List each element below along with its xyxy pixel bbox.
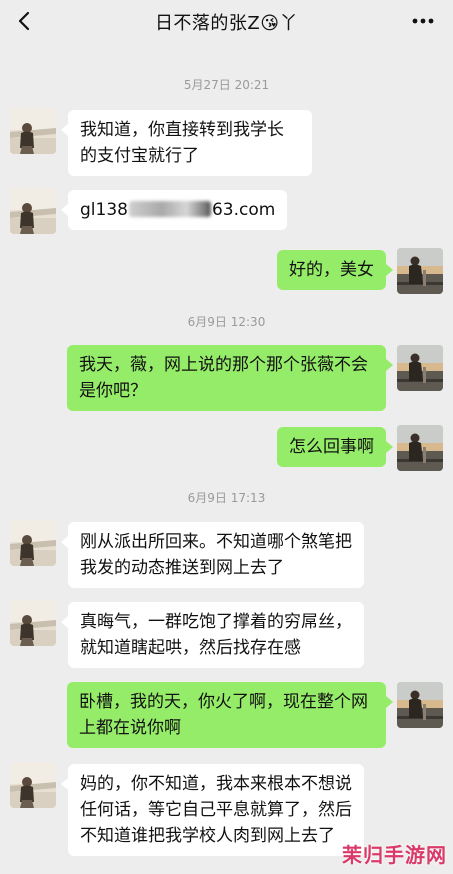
message-bubble-incoming[interactable]: 真晦气，一群吃饱了撑着的穷屌丝，就知道瞎起哄，然后找存在感 [61,602,364,668]
message-bubble-outgoing[interactable]: 怎么回事啊 [277,427,393,467]
message-bubble-outgoing[interactable]: 我天，薇，网上说的那个那个张薇不会是你吧？ [67,345,393,411]
self-avatar[interactable] [397,248,443,294]
message-bubble-outgoing[interactable]: 好的，美女 [277,250,393,290]
message-bubble-incoming[interactable]: 妈的，你不知道，我本来根本不想说任何话，等它自己平息就算了，然后不知道谁把我学校… [61,764,364,856]
contact-avatar[interactable] [10,520,56,566]
email-suffix: 63.com [211,200,276,220]
self-avatar[interactable] [397,425,443,471]
timestamp: 5月27日 20:21 [183,78,270,92]
chat-title: 日不落的张Z😘丫 [154,13,299,34]
message-bubble-incoming[interactable]: 刚从派出所回来。不知道哪个煞笔把我发的动态推送到网上去了 [61,522,364,588]
contact-avatar[interactable] [10,108,56,154]
contact-avatar[interactable] [10,600,56,646]
timestamp: 6月9日 17:13 [187,491,266,505]
self-avatar[interactable] [397,345,443,391]
message-bubble-outgoing[interactable]: 卧槽，我的天，你火了啊，现在整个网上都在说你啊 [67,682,393,748]
email-prefix: gl138 [80,200,128,220]
self-avatar[interactable] [397,682,443,728]
message-bubble-incoming[interactable]: gl138 63.com [60,190,288,230]
message-bubble-incoming[interactable]: 我知道，你直接转到我学长的支付宝就行了 [61,110,312,176]
contact-avatar[interactable] [10,188,56,234]
contact-avatar[interactable] [10,762,56,808]
site-watermark: 茉归手游网 [342,843,447,867]
timestamp: 6月9日 12:30 [187,315,266,329]
more-dots-icon[interactable] [411,14,435,28]
chat-header: 日不落的张Z😘丫 [0,0,453,44]
redacted-blur [128,201,211,217]
